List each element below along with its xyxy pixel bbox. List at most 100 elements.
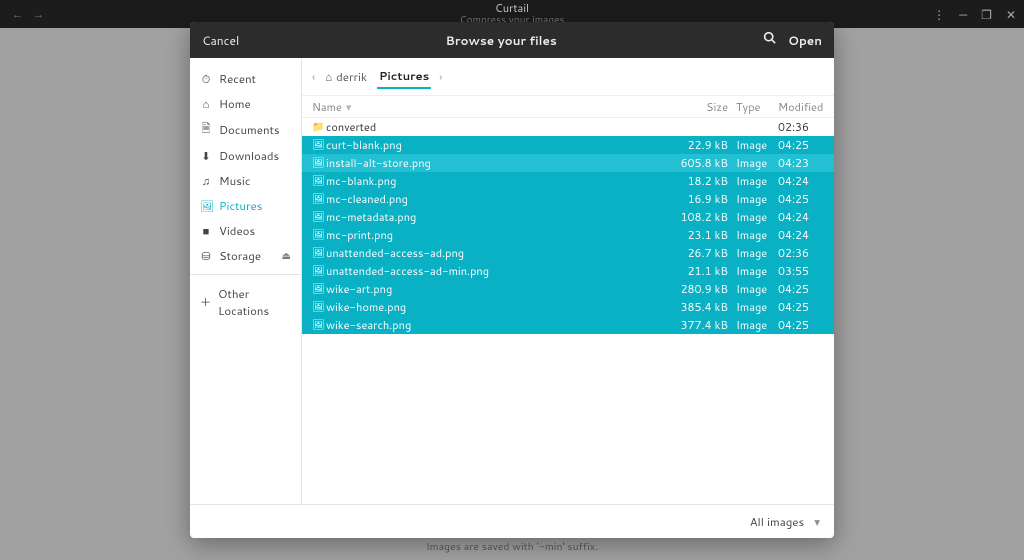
- file-modified: 04:24: [776, 227, 824, 243]
- file-size: 377.4 kB: [668, 317, 728, 333]
- file-name: wike-art.png: [326, 281, 668, 297]
- file-modified: 04:25: [776, 191, 824, 207]
- sidebar-item-label: Downloads: [219, 147, 279, 164]
- image-file-icon: 🖼: [312, 264, 326, 278]
- folder-row[interactable]: 📁converted02:36: [302, 118, 834, 136]
- sidebar-item-label: Home: [219, 95, 251, 112]
- file-modified: 04:25: [776, 137, 824, 153]
- file-name: install-alt-store.png: [326, 155, 668, 171]
- file-name: unattended-access-ad-min.png: [326, 263, 668, 279]
- sidebar-item-label: Recent: [219, 70, 256, 87]
- file-modified: 02:36: [776, 119, 824, 135]
- breadcrumb[interactable]: Pictures: [377, 64, 431, 89]
- cancel-button[interactable]: Cancel: [202, 32, 239, 49]
- sidebar-item-music[interactable]: ♫Music: [190, 168, 301, 193]
- breadcrumb[interactable]: ⌂ derrik: [323, 65, 369, 88]
- search-icon[interactable]: [763, 31, 776, 49]
- file-name: mc-blank.png: [326, 173, 668, 189]
- file-type: Image: [728, 299, 776, 315]
- breadcrumb-label: Pictures: [379, 67, 429, 84]
- image-file-icon: 🖼: [312, 156, 326, 170]
- downloads-icon: ⬇: [200, 148, 212, 164]
- file-modified: 04:25: [776, 299, 824, 315]
- file-type: Image: [728, 317, 776, 333]
- sidebar-item-documents[interactable]: 🗎Documents: [190, 116, 301, 143]
- sidebar-item-label: Music: [219, 172, 250, 189]
- sort-indicator-icon: ▾: [346, 99, 352, 115]
- file-modified: 04:23: [776, 155, 824, 171]
- column-headers[interactable]: Name▾ Size Type Modified: [302, 96, 834, 118]
- file-row[interactable]: 🖼mc-cleaned.png16.9 kBImage04:25: [302, 190, 834, 208]
- sidebar-item-pictures[interactable]: 🖼 Pictures: [190, 193, 301, 218]
- sidebar-item-recent[interactable]: ⏱ Recent: [190, 66, 301, 91]
- storage-icon: ⛁: [200, 248, 212, 264]
- dialog-title: Browse your files: [446, 32, 557, 49]
- recent-icon: ⏱: [200, 71, 212, 87]
- file-name: converted: [326, 119, 668, 135]
- image-file-icon: 🖼: [312, 192, 326, 206]
- image-file-icon: 🖼: [312, 174, 326, 188]
- file-modified: 03:55: [776, 263, 824, 279]
- forward-icon[interactable]: →: [33, 6, 44, 22]
- file-row[interactable]: 🖼unattended-access-ad.png26.7 kBImage02:…: [302, 244, 834, 262]
- documents-icon: 🗎: [200, 120, 212, 139]
- file-size: 18.2 kB: [668, 173, 728, 189]
- path-back-icon[interactable]: ‹: [312, 68, 315, 85]
- sidebar-item-home[interactable]: ⌂ Home: [190, 91, 301, 116]
- file-type: Image: [728, 245, 776, 261]
- sidebar-other-locations[interactable]: ＋ Other Locations: [190, 281, 301, 323]
- chevron-down-icon[interactable]: ▾: [814, 513, 820, 530]
- file-name: wike-search.png: [326, 317, 668, 333]
- image-file-icon: 🖼: [312, 138, 326, 152]
- breadcrumb-label: derrik: [336, 68, 367, 85]
- image-file-icon: 🖼: [312, 300, 326, 314]
- col-size: Size: [668, 99, 728, 115]
- file-modified: 04:24: [776, 209, 824, 225]
- file-size: 605.8 kB: [668, 155, 728, 171]
- pictures-icon: 🖼: [200, 198, 212, 214]
- file-size: 23.1 kB: [668, 227, 728, 243]
- home-icon: ⌂: [200, 96, 212, 112]
- file-row[interactable]: 🖼mc-blank.png18.2 kBImage04:24: [302, 172, 834, 190]
- file-row[interactable]: 🖼curt-blank.png22.9 kBImage04:25: [302, 136, 834, 154]
- file-modified: 04:25: [776, 281, 824, 297]
- plus-icon: ＋: [200, 294, 211, 310]
- hint-text: Images are saved with '-min' suffix.: [426, 540, 598, 554]
- file-chooser-dialog: Cancel Browse your files Open ⏱ Recent ⌂ Ho…: [190, 22, 834, 538]
- menu-icon[interactable]: ⋮: [933, 6, 945, 23]
- path-bar: ‹ ⌂ derrik Pictures ›: [302, 58, 834, 96]
- open-button[interactable]: Open: [788, 32, 822, 49]
- minimize-icon[interactable]: —: [959, 6, 967, 23]
- col-modified: Modified: [776, 99, 824, 115]
- file-size: 16.9 kB: [668, 191, 728, 207]
- file-type: Image: [728, 281, 776, 297]
- close-icon[interactable]: ✕: [1006, 6, 1016, 23]
- file-name: mc-metadata.png: [326, 209, 668, 225]
- file-type: Image: [728, 263, 776, 279]
- file-row[interactable]: 🖼wike-home.png385.4 kBImage04:25: [302, 298, 834, 316]
- file-row[interactable]: 🖼mc-metadata.png108.2 kBImage04:24: [302, 208, 834, 226]
- sidebar-item-videos[interactable]: ■Videos: [190, 218, 301, 243]
- nav-arrows: ← →: [0, 6, 44, 22]
- file-name: mc-print.png: [326, 227, 668, 243]
- file-modified: 04:25: [776, 317, 824, 333]
- file-row[interactable]: 🖼unattended-access-ad-min.png21.1 kBImag…: [302, 262, 834, 280]
- eject-icon[interactable]: ⏏: [282, 249, 291, 263]
- file-filter-dropdown[interactable]: All images: [750, 513, 804, 530]
- places-sidebar: ⏱ Recent ⌂ Home 🗎Documents ⬇ Downloads ♫Music 🖼 P…: [190, 58, 302, 504]
- maximize-icon[interactable]: ❐: [981, 6, 992, 23]
- path-forward-icon[interactable]: ›: [439, 68, 442, 85]
- file-modified: 02:36: [776, 245, 824, 261]
- file-row[interactable]: 🖼install-alt-store.png605.8 kBImage04:23: [302, 154, 834, 172]
- sidebar-item-downloads[interactable]: ⬇ Downloads: [190, 143, 301, 168]
- file-size: 26.7 kB: [668, 245, 728, 261]
- file-row[interactable]: 🖼wike-search.png377.4 kBImage04:25: [302, 316, 834, 334]
- file-row[interactable]: 🖼wike-art.png280.9 kBImage04:25: [302, 280, 834, 298]
- sidebar-item-label: Pictures: [219, 197, 262, 214]
- home-icon: ⌂: [325, 68, 332, 85]
- sidebar-item-storage[interactable]: ⛁Storage⏏: [190, 243, 301, 268]
- back-icon[interactable]: ←: [12, 6, 23, 22]
- file-list[interactable]: 📁converted02:36🖼curt-blank.png22.9 kBIma…: [302, 118, 834, 504]
- file-row[interactable]: 🖼mc-print.png23.1 kBImage04:24: [302, 226, 834, 244]
- image-file-icon: 🖼: [312, 282, 326, 296]
